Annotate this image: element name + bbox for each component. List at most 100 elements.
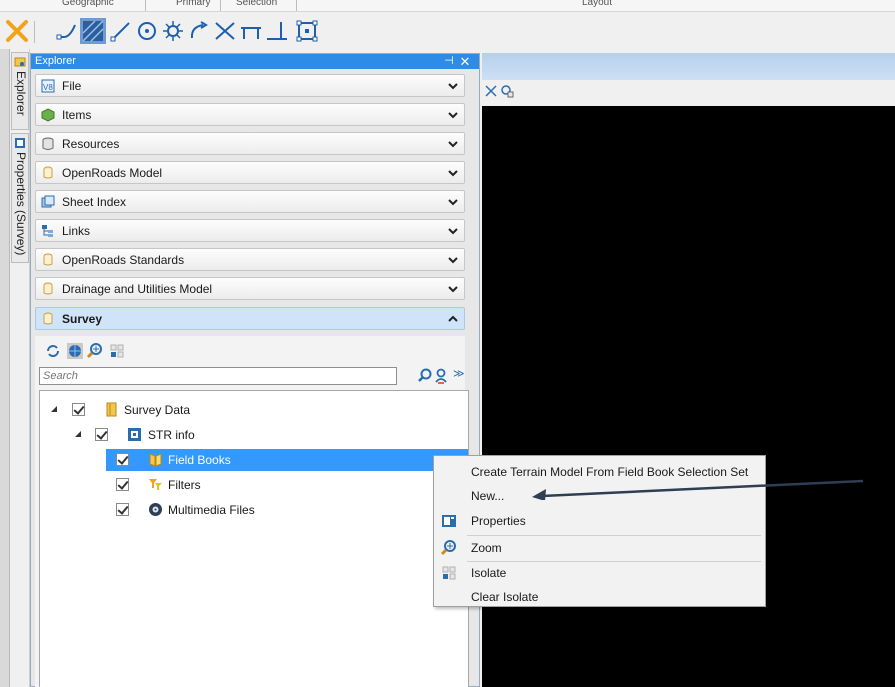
menu-item-label: Clear Isolate <box>471 590 539 604</box>
section-items[interactable]: Items <box>35 103 465 126</box>
tree-checkbox[interactable] <box>116 453 129 466</box>
ribbon-group-bar: Geographic Primary Selection Layout <box>0 0 895 12</box>
circle-target-icon[interactable] <box>134 18 160 44</box>
refresh-icon[interactable] <box>45 343 61 359</box>
zoom-icon[interactable] <box>87 343 103 359</box>
bounding-box-icon[interactable] <box>294 18 320 44</box>
cylinder-icon <box>43 282 53 295</box>
tree-checkbox[interactable] <box>72 403 85 416</box>
isolate-icon <box>442 566 456 580</box>
chevron-down-icon <box>448 199 458 206</box>
globe-icon[interactable] <box>67 343 83 359</box>
section-openroads-model[interactable]: OpenRoads Model <box>35 161 465 184</box>
chevron-down-icon <box>448 257 458 264</box>
tree-checkbox[interactable] <box>116 478 129 491</box>
chevron-down-icon <box>448 286 458 293</box>
tree-node-survey-data[interactable]: Survey Data <box>40 399 468 421</box>
view-toolbar <box>482 80 895 106</box>
tree-node-label: Field Books <box>168 453 231 467</box>
tree-node-filters[interactable]: Filters <box>106 474 468 496</box>
tree-node-label: Survey Data <box>124 403 191 417</box>
ribbon-group-selection[interactable]: Selection <box>236 0 277 8</box>
menu-item-label: Properties <box>471 514 526 528</box>
properties-icon <box>442 515 456 527</box>
section-survey-label: Survey <box>62 312 103 326</box>
section-openroads-standards-label: OpenRoads Standards <box>62 253 185 267</box>
cylinder-icon <box>43 166 53 179</box>
line-curve-icon[interactable] <box>54 18 80 44</box>
dock-edge <box>0 49 10 687</box>
search-input[interactable] <box>40 368 396 384</box>
view-title-bar <box>482 53 895 80</box>
multimedia-icon <box>149 503 162 516</box>
search-icon[interactable] <box>417 368 433 384</box>
chevron-up-icon <box>448 315 458 322</box>
tree-checkbox[interactable] <box>95 428 108 441</box>
survey-tree: Survey Data STR info Field Books Filters <box>39 390 469 687</box>
file-icon: V8 <box>41 79 55 93</box>
tree-node-field-books[interactable]: Field Books <box>106 449 468 471</box>
ribbon-group-primary[interactable]: Primary <box>176 0 210 8</box>
explorer-icon <box>14 57 26 67</box>
section-links[interactable]: Links <box>35 219 465 242</box>
cross-icon[interactable] <box>212 18 238 44</box>
menu-item-label: Zoom <box>471 541 502 555</box>
tree-node-str-info[interactable]: STR info <box>40 424 468 446</box>
section-drainage-utilities-label: Drainage and Utilities Model <box>62 282 213 296</box>
hatch-icon[interactable] <box>80 18 106 44</box>
tree-node-label: Filters <box>168 478 201 492</box>
menu-item-isolate[interactable]: Isolate <box>434 561 765 585</box>
toolbar-separator <box>34 21 35 43</box>
survey-data-icon <box>106 402 117 417</box>
cancel-x-icon[interactable] <box>4 18 30 44</box>
svg-text:V8: V8 <box>43 83 53 92</box>
expand-triangle-icon[interactable] <box>50 405 58 413</box>
expand-triangle-icon[interactable] <box>74 430 82 438</box>
resources-icon <box>42 137 54 150</box>
menu-item-properties[interactable]: Properties <box>434 509 765 533</box>
arc-arrow-icon[interactable] <box>186 18 212 44</box>
view-tool-icon[interactable] <box>484 84 498 98</box>
section-sheet-index[interactable]: Sheet Index <box>35 190 465 213</box>
menu-item-zoom[interactable]: Zoom <box>434 536 765 560</box>
ribbon-group-geographic[interactable]: Geographic <box>62 0 114 8</box>
corner-icon[interactable] <box>264 18 290 44</box>
explorer-title: Explorer <box>35 55 76 67</box>
chevron-down-icon <box>448 112 458 119</box>
menu-item-clear-isolate[interactable]: Clear Isolate <box>434 585 765 609</box>
pin-icon[interactable]: ⊣ <box>442 54 456 69</box>
ribbon-group-layout[interactable]: Layout <box>582 0 612 8</box>
section-openroads-standards[interactable]: OpenRoads Standards <box>35 248 465 271</box>
cylinder-icon <box>43 253 53 266</box>
sun-target-icon[interactable] <box>160 18 186 44</box>
str-info-icon <box>128 428 141 441</box>
chevron-down-icon <box>448 228 458 235</box>
menu-item-label: New... <box>471 489 505 503</box>
tab-properties-survey[interactable]: Properties (Survey) <box>11 133 29 263</box>
cylinder-icon <box>43 312 53 325</box>
section-file[interactable]: V8 File <box>35 74 465 97</box>
annotation-arrow-icon <box>532 479 864 500</box>
expand-search-icon[interactable]: ≫ <box>453 367 465 383</box>
search-field[interactable] <box>39 367 397 385</box>
section-links-label: Links <box>62 224 91 238</box>
close-icon[interactable]: ✕ <box>458 54 472 69</box>
section-drainage-utilities[interactable]: Drainage and Utilities Model <box>35 277 465 300</box>
section-resources[interactable]: Resources <box>35 132 465 155</box>
tree-checkbox[interactable] <box>116 503 129 516</box>
tab-properties-label: Properties (Survey) <box>14 152 28 256</box>
search-user-icon[interactable] <box>433 368 449 384</box>
isolate-icon[interactable] <box>109 343 125 359</box>
survey-panel: ≫ Survey Data STR info Field Books <box>35 336 469 687</box>
view-tool-icon[interactable] <box>500 84 514 98</box>
zoom-icon <box>441 540 456 556</box>
tree-node-multimedia-files[interactable]: Multimedia Files <box>106 499 468 521</box>
diagonal-line-icon[interactable] <box>108 18 134 44</box>
bracket-icon[interactable] <box>238 18 264 44</box>
section-survey[interactable]: Survey <box>35 307 465 330</box>
items-icon <box>41 108 55 122</box>
filters-icon <box>149 479 162 490</box>
section-openroads-model-label: OpenRoads Model <box>62 166 163 180</box>
tab-explorer[interactable]: Explorer <box>11 52 29 130</box>
menu-item-label: Isolate <box>471 566 507 580</box>
